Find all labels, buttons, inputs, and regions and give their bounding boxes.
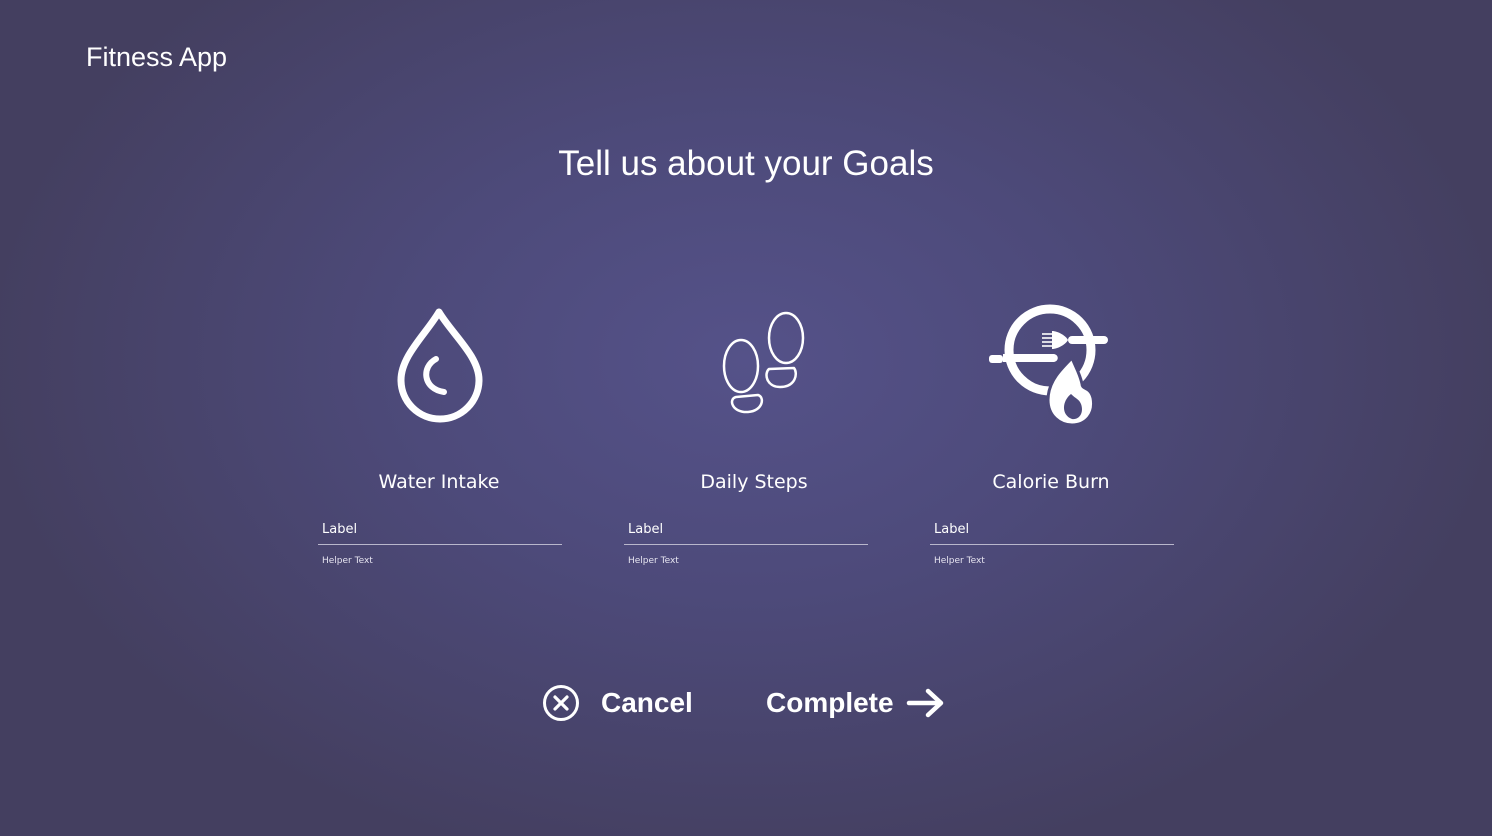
calorie-burn-icon xyxy=(989,304,1108,427)
complete-button[interactable]: Complete xyxy=(766,682,946,724)
calorie-burn-helper-text: Helper Text xyxy=(934,556,985,566)
daily-steps-helper-text: Helper Text xyxy=(628,556,679,566)
cancel-label: Cancel xyxy=(601,687,693,718)
daily-steps-field: Helper Text xyxy=(624,514,868,574)
arrow-right-icon xyxy=(906,688,943,718)
calorie-burn-field: Helper Text xyxy=(930,514,1174,574)
cancel-button[interactable]: Cancel xyxy=(542,682,693,724)
water-intake-helper-text: Helper Text xyxy=(322,556,373,566)
calorie-burn-input[interactable] xyxy=(930,514,1174,545)
daily-steps-input[interactable] xyxy=(624,514,868,545)
water-intake-field: Helper Text xyxy=(318,514,562,574)
complete-label: Complete xyxy=(766,687,894,718)
water-drop-icon xyxy=(397,308,483,423)
page-title: Tell us about your Goals xyxy=(558,144,934,183)
goal-name-calorie-burn: Calorie Burn xyxy=(992,471,1110,493)
goal-name-daily-steps: Daily Steps xyxy=(700,471,808,493)
close-circle-icon xyxy=(543,685,579,721)
footsteps-icon xyxy=(722,311,805,414)
goal-name-water-intake: Water Intake xyxy=(378,471,500,493)
app-title: Fitness App xyxy=(86,42,228,72)
water-intake-input[interactable] xyxy=(318,514,562,545)
